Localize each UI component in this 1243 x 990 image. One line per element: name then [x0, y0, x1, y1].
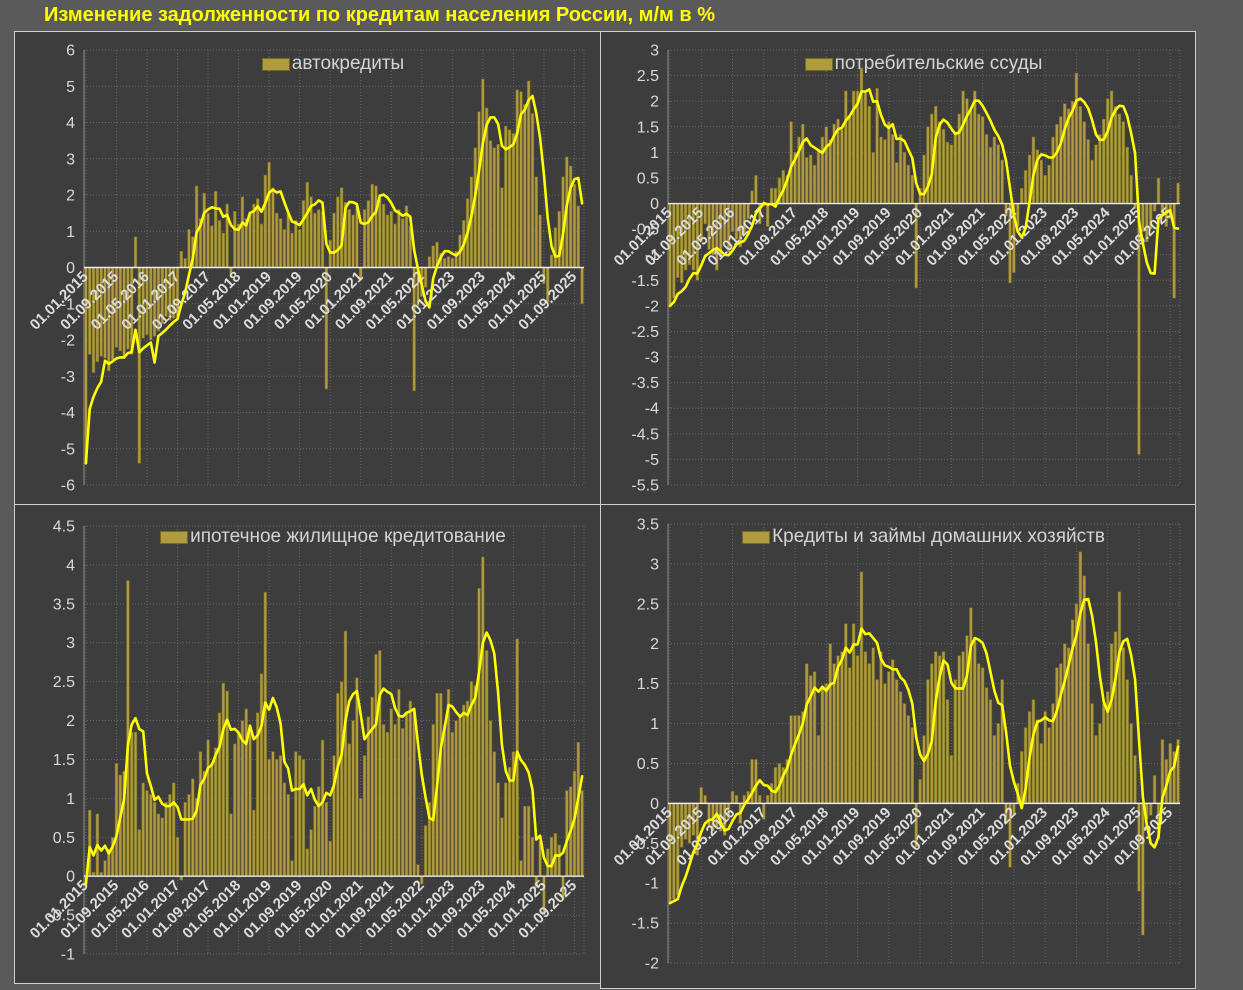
svg-text:2: 2	[66, 713, 75, 730]
svg-text:2.5: 2.5	[637, 68, 659, 85]
svg-text:4: 4	[66, 115, 75, 132]
svg-text:-3.5: -3.5	[631, 375, 659, 392]
svg-text:0: 0	[650, 796, 659, 813]
x-axis-labels: 01.01.201501.09.201501.05.201601.01.2017…	[611, 204, 1176, 270]
svg-text:4: 4	[66, 557, 75, 574]
svg-text:-3: -3	[61, 369, 75, 386]
bar-line-chart: 01.01.201501.09.201501.05.201601.01.2017…	[611, 43, 1181, 495]
svg-text:-2.5: -2.5	[631, 324, 659, 341]
svg-text:1: 1	[650, 145, 659, 162]
svg-text:-2: -2	[645, 298, 659, 315]
chart-panel-consumer-loans: потребительские ссуды 01.01.2015 01.09.20…	[600, 31, 1196, 505]
x-axis-labels: 01.01.201501.09.201501.05.201601.01.2017…	[611, 804, 1176, 870]
svg-text:-1.5: -1.5	[631, 916, 659, 933]
svg-text:-3: -3	[645, 350, 659, 367]
svg-text:-2: -2	[61, 333, 75, 350]
svg-text:3: 3	[66, 635, 75, 652]
svg-text:1.5: 1.5	[637, 676, 659, 693]
svg-text:-0.5: -0.5	[631, 222, 659, 239]
svg-text:2: 2	[650, 94, 659, 111]
svg-text:1: 1	[66, 224, 75, 241]
svg-text:-0.5: -0.5	[631, 836, 659, 853]
svg-text:-5.5: -5.5	[631, 478, 659, 495]
svg-text:-5: -5	[61, 441, 75, 458]
svg-text:-1: -1	[645, 247, 659, 264]
svg-text:2: 2	[66, 188, 75, 205]
svg-text:-4: -4	[61, 405, 75, 422]
bars	[668, 551, 1180, 936]
svg-text:2: 2	[650, 636, 659, 653]
svg-text:3.5: 3.5	[637, 517, 659, 534]
chart-panel-auto-loans: автокредиты 01.01.2015 01.09.2015 01.05.20…	[14, 31, 601, 505]
svg-text:-2: -2	[645, 956, 659, 973]
svg-text:-4.5: -4.5	[631, 426, 659, 443]
svg-text:4.5: 4.5	[53, 519, 75, 536]
svg-text:3: 3	[650, 43, 659, 60]
svg-text:-1.5: -1.5	[631, 273, 659, 290]
svg-text:0.5: 0.5	[637, 756, 659, 773]
bar-line-chart: 01.01.201501.09.201501.05.201601.01.2017…	[27, 43, 585, 495]
svg-text:-1: -1	[61, 947, 75, 964]
y-axis-labels: 3 2.5 2 1.5 1 0.5 0 -0.5 -1 -1.5 -2 -2.5 -3 -3.5 -4 -4.…	[631, 43, 659, 495]
svg-text:0.5: 0.5	[53, 830, 75, 847]
chart-panel-mortgage: ипотечное жилищное кредитование 01.01.20…	[14, 504, 601, 984]
bar-line-chart: 01.01.201501.09.201501.05.201601.01.2017…	[27, 519, 585, 964]
svg-text:-0.5: -0.5	[47, 908, 75, 925]
page-title: Изменение задолженности по кредитам насе…	[44, 4, 715, 26]
svg-text:-5: -5	[645, 452, 659, 469]
svg-text:2.5: 2.5	[53, 674, 75, 691]
svg-text:0: 0	[650, 196, 659, 213]
svg-text:-1: -1	[61, 296, 75, 313]
chart-panel-household-loans: Кредиты и займы домашних хозяйств 01.01.…	[600, 504, 1196, 989]
svg-text:-6: -6	[61, 478, 75, 495]
svg-text:3: 3	[650, 556, 659, 573]
y-axis-labels: 6 5 4 3 2 1 0 -1 -2 -3 -4 -5 -6	[61, 43, 75, 495]
svg-text:0: 0	[66, 260, 75, 277]
x-axis-labels: 01.01.201501.09.201501.05.201601.01.2017…	[27, 877, 581, 943]
svg-text:1.5: 1.5	[53, 752, 75, 769]
svg-text:0: 0	[66, 869, 75, 886]
svg-text:1: 1	[66, 791, 75, 808]
svg-text:1.5: 1.5	[637, 119, 659, 136]
svg-text:-1: -1	[645, 876, 659, 893]
y-axis-labels: 3.5 3 2.5 2 1.5 1 0.5 0 -0.5 -1 -1.5 -2	[631, 517, 659, 973]
bars	[84, 556, 584, 916]
svg-text:6: 6	[66, 43, 75, 60]
svg-text:2.5: 2.5	[637, 596, 659, 613]
svg-text:1: 1	[650, 716, 659, 733]
svg-text:0.5: 0.5	[637, 170, 659, 187]
bar-line-chart: 01.01.201501.09.201501.05.201601.01.2017…	[611, 517, 1181, 973]
svg-text:-4: -4	[645, 401, 659, 418]
svg-text:3.5: 3.5	[53, 596, 75, 613]
svg-text:3: 3	[66, 151, 75, 168]
svg-text:5: 5	[66, 79, 75, 96]
